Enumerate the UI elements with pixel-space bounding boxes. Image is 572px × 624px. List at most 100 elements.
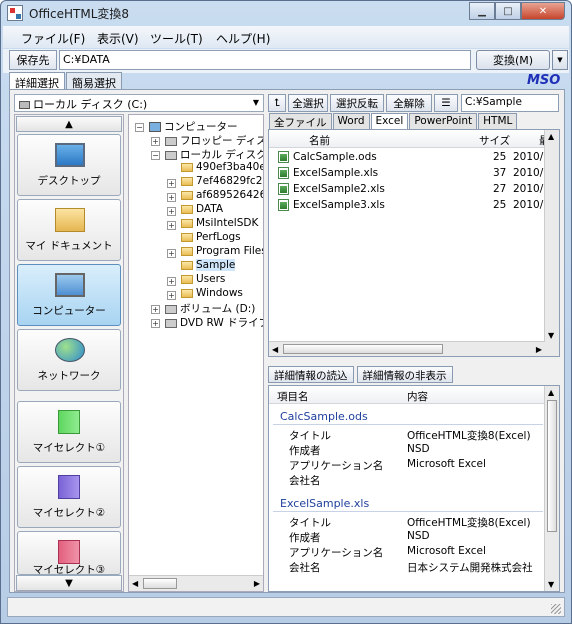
scroll-right-icon[interactable]: ▶ bbox=[536, 345, 542, 354]
file-row[interactable]: ExcelSample.xls 37 2010/09. bbox=[269, 166, 559, 182]
sidebar-item-myselect-2[interactable]: マイセレクト② bbox=[17, 466, 121, 528]
save-destination-button[interactable]: 保存先 bbox=[9, 50, 57, 70]
tree-node-folder[interactable]: 7ef46829fc20f bbox=[181, 175, 263, 187]
tree-expand-toggle[interactable]: + bbox=[167, 221, 176, 230]
sidebar-item-network[interactable]: ネットワーク bbox=[17, 329, 121, 391]
scroll-left-icon[interactable]: ◀ bbox=[272, 345, 278, 354]
tree-node-msiintelsdk[interactable]: MsiIntelSDK bbox=[181, 217, 258, 229]
tree-expand-toggle[interactable]: + bbox=[167, 179, 176, 188]
tree-expand-toggle[interactable]: + bbox=[167, 249, 176, 258]
scroll-right-icon[interactable]: ▶ bbox=[254, 579, 260, 588]
detail-row[interactable]: 会社名 日本システム開発株式会社 bbox=[269, 560, 545, 575]
tree-node-perflogs[interactable]: PerfLogs bbox=[181, 231, 241, 243]
detail-row[interactable]: アプリケーション名 Microsoft Excel bbox=[269, 458, 545, 473]
scroll-up-icon[interactable]: ▲ bbox=[548, 132, 554, 141]
list-view-icon[interactable]: ☰ bbox=[434, 94, 458, 112]
scroll-thumb[interactable] bbox=[283, 344, 443, 354]
convert-button[interactable]: 変換(M) bbox=[476, 50, 550, 70]
tree-node-label: Sample bbox=[196, 259, 236, 271]
scroll-down-icon[interactable]: ▼ bbox=[548, 331, 554, 340]
resize-grip-icon[interactable] bbox=[551, 604, 561, 614]
file-row[interactable]: CalcSample.ods 25 2010/09. bbox=[269, 150, 559, 166]
tree-horizontal-scrollbar[interactable]: ◀ ▶ bbox=[129, 575, 263, 591]
menu-view[interactable]: 表示(V) bbox=[97, 30, 139, 47]
column-name-header[interactable]: 名前 bbox=[309, 133, 330, 148]
file-row[interactable]: ExcelSample3.xls 25 2010/09. bbox=[269, 198, 559, 214]
drive-select[interactable]: ローカル ディスク (C:) ▼ bbox=[14, 94, 264, 112]
title-bar[interactable]: OfficeHTML変換8 ▁ □ ✕ bbox=[1, 1, 571, 25]
tree-node-floppy[interactable]: フロッピー ディスク ド bbox=[165, 133, 263, 148]
tree-expand-toggle[interactable]: + bbox=[151, 305, 160, 314]
tree-node-windows[interactable]: Windows bbox=[181, 287, 243, 299]
tab-simple-select[interactable]: 簡易選択 bbox=[66, 72, 122, 90]
tab-powerpoint[interactable]: PowerPoint bbox=[409, 113, 478, 129]
detail-row[interactable]: タイトル OfficeHTML変換8(Excel) bbox=[269, 515, 545, 530]
column-item-header[interactable]: 項目名 bbox=[277, 389, 309, 404]
invert-selection-button[interactable]: 選択反転 bbox=[330, 94, 384, 112]
tree-node-folder[interactable]: af6895264261 bbox=[181, 189, 263, 201]
menu-help[interactable]: ヘルプ(H) bbox=[216, 30, 270, 47]
details-vertical-scrollbar[interactable]: ▲ ▼ bbox=[544, 386, 559, 591]
tab-excel[interactable]: Excel bbox=[370, 113, 409, 129]
minimize-button[interactable]: ▁ bbox=[469, 2, 495, 20]
scroll-up-icon[interactable]: ▲ bbox=[548, 388, 554, 397]
scroll-thumb[interactable] bbox=[143, 578, 177, 589]
tab-all-files[interactable]: 全ファイル bbox=[269, 113, 332, 129]
column-size-header[interactable]: サイズ bbox=[479, 133, 510, 148]
clear-selection-button[interactable]: 全解除 bbox=[386, 94, 432, 112]
tree-collapse-toggle[interactable]: − bbox=[135, 123, 144, 132]
tree-expand-toggle[interactable]: + bbox=[167, 291, 176, 300]
maximize-button[interactable]: □ bbox=[495, 2, 521, 20]
menu-file[interactable]: ファイル(F) bbox=[21, 30, 85, 47]
detail-row[interactable]: タイトル OfficeHTML変換8(Excel) bbox=[269, 428, 545, 443]
tree-expand-toggle[interactable]: + bbox=[167, 207, 176, 216]
current-directory-field[interactable]: C:¥Sample bbox=[461, 94, 559, 112]
sidebar-item-computer[interactable]: コンピューター bbox=[17, 264, 121, 326]
tree-node-computer[interactable]: コンピューター bbox=[149, 119, 238, 134]
save-path-input[interactable]: C:¥DATA bbox=[59, 50, 471, 70]
detail-value: 日本システム開発株式会社 bbox=[407, 562, 533, 574]
menu-tools[interactable]: ツール(T) bbox=[150, 30, 203, 47]
detail-row[interactable]: 会社名 bbox=[269, 473, 545, 488]
detail-row[interactable]: アプリケーション名 Microsoft Excel bbox=[269, 545, 545, 560]
load-details-button[interactable]: 詳細情報の読込 bbox=[268, 366, 354, 383]
sidebar-item-desktop[interactable]: デスクトップ bbox=[17, 134, 121, 196]
tree-expand-toggle[interactable]: + bbox=[151, 319, 160, 328]
column-content-header[interactable]: 内容 bbox=[407, 389, 428, 404]
sidebar-item-my-documents[interactable]: マイ ドキュメント bbox=[17, 199, 121, 261]
tree-node-users[interactable]: Users bbox=[181, 273, 225, 285]
tab-html[interactable]: HTML bbox=[478, 113, 518, 129]
tree-expand-toggle[interactable]: + bbox=[167, 193, 176, 202]
sidebar-item-myselect-1[interactable]: マイセレクト① bbox=[17, 401, 121, 463]
select-all-button[interactable]: 全選択 bbox=[288, 94, 328, 112]
sidebar-scroll-down-button[interactable]: ▼ bbox=[16, 575, 122, 591]
convert-dropdown-icon[interactable]: ▼ bbox=[552, 50, 568, 70]
tree-expand-toggle[interactable]: + bbox=[151, 137, 160, 146]
tree-node-local-disk-c[interactable]: ローカル ディスク (C bbox=[165, 147, 263, 162]
close-button[interactable]: ✕ bbox=[521, 2, 565, 20]
file-list-vertical-scrollbar[interactable]: ▲ ▼ bbox=[544, 130, 559, 356]
tab-word[interactable]: Word bbox=[332, 113, 370, 129]
detail-row[interactable]: 作成者 NSD bbox=[269, 443, 545, 458]
sidebar-scroll-up-button[interactable]: ▲ bbox=[16, 116, 122, 132]
file-row[interactable]: ExcelSample2.xls 27 2010/09. bbox=[269, 182, 559, 198]
folder-icon bbox=[181, 288, 193, 298]
file-list-horizontal-scrollbar[interactable]: ◀ ▶ bbox=[269, 341, 545, 356]
tree-collapse-toggle[interactable]: − bbox=[151, 151, 160, 160]
folder-up-icon[interactable]: ⮤ bbox=[268, 94, 286, 112]
scroll-left-icon[interactable]: ◀ bbox=[132, 579, 138, 588]
tree-expand-toggle[interactable]: + bbox=[167, 277, 176, 286]
scroll-down-icon[interactable]: ▼ bbox=[548, 580, 554, 589]
tree-node-data[interactable]: DATA bbox=[181, 203, 223, 215]
folder-tree: − コンピューター + フロッピー ディスク ド − ローカル ディスク (C … bbox=[128, 114, 264, 592]
tree-node-sample[interactable]: Sample bbox=[181, 259, 236, 271]
detail-row[interactable]: 作成者 NSD bbox=[269, 530, 545, 545]
tree-node-volume-d[interactable]: ボリューム (D:) bbox=[165, 301, 255, 316]
tree-node-label: Users bbox=[196, 273, 226, 285]
tree-node-program-files[interactable]: Program Files bbox=[181, 245, 263, 257]
scroll-thumb[interactable] bbox=[547, 400, 557, 532]
hide-details-button[interactable]: 詳細情報の非表示 bbox=[356, 366, 453, 383]
sidebar-item-myselect-3[interactable]: マイセレクト③ bbox=[17, 531, 121, 576]
tree-node-dvd-drive[interactable]: DVD RW ドライブ ( bbox=[165, 315, 263, 330]
tree-node-folder[interactable]: 490ef3ba40e8c bbox=[181, 161, 263, 173]
